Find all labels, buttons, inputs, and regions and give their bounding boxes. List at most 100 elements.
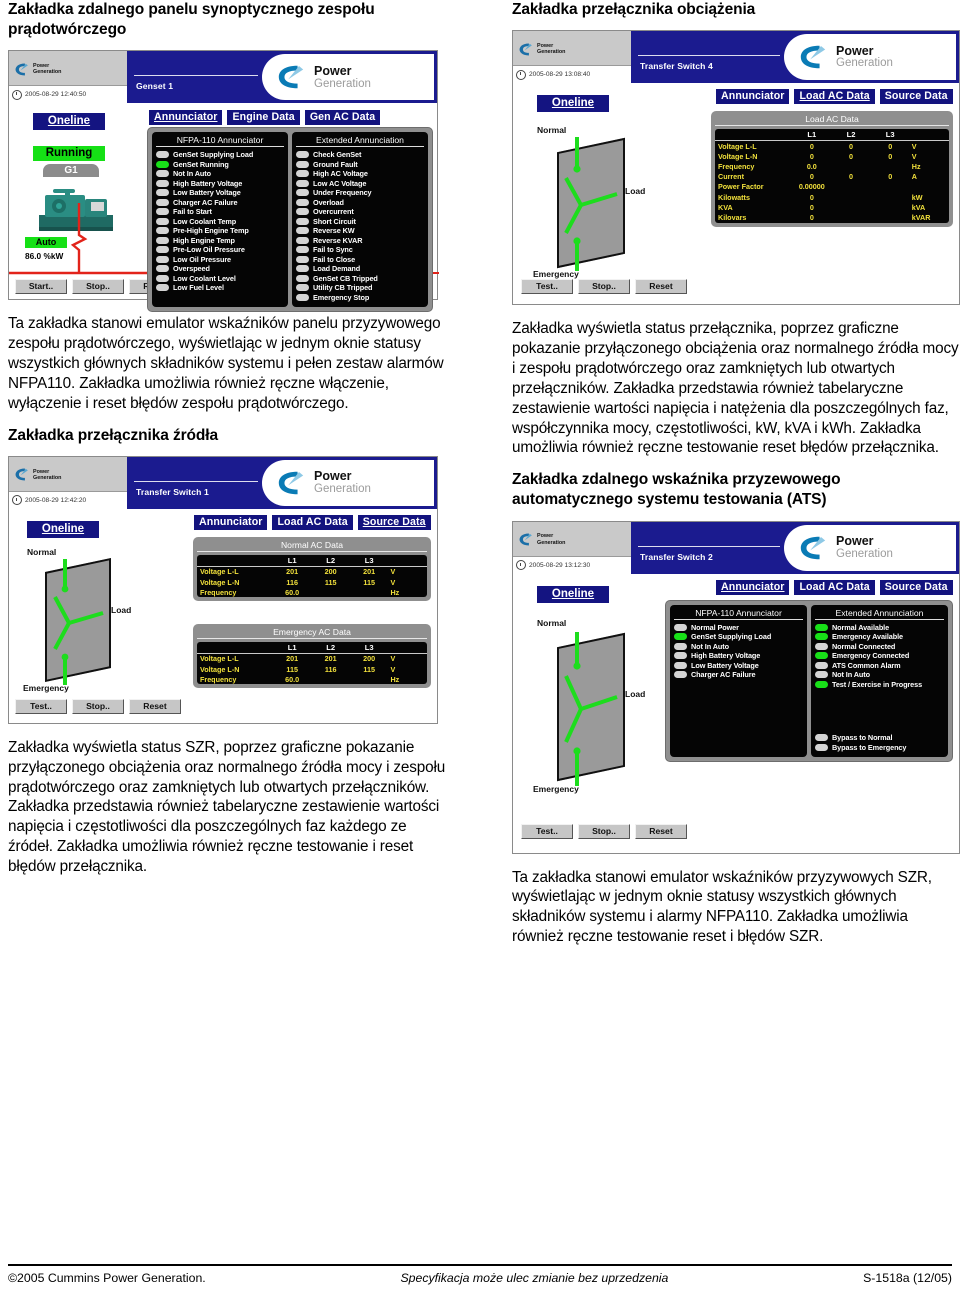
annunciator-led-row: Not In Auto [815,670,944,679]
led-indicator-off [296,208,309,216]
annunciator-led-row: Reverse KVAR [296,236,424,245]
reset-button[interactable]: Reset [635,279,687,295]
tab-load-ac-data[interactable]: Load AC Data [794,89,875,105]
cell-label: Voltage L-L [200,567,239,577]
oneline-button[interactable]: Oneline [27,520,99,538]
stop-button[interactable]: Stop.. [578,279,630,295]
tab-source-data[interactable]: Source Data [879,89,953,105]
brand-name-top: Power [314,63,352,78]
heading-ats-panel: Zakładka zdalnego wskaźnika przyzewowego… [512,471,841,509]
tab-annunciator[interactable]: Annunciator [716,89,790,105]
cell-unit: V [390,664,396,674]
reset-button[interactable]: Reset [635,823,687,839]
col-l1: L1 [792,129,832,142]
cell-l2: 0 [849,141,853,151]
led-indicator-on [815,633,828,641]
tab-source-data[interactable]: Source Data [357,514,431,530]
annunciator-led-row: Emergency Available [815,632,944,641]
col-unit [909,129,949,142]
col-blank [197,554,273,567]
led-indicator-off [296,274,309,282]
body-source-switch: Zakładka wyświetla status SZR, poprzez g… [8,738,446,876]
annunciator-extended-column: Extended Annunciation Check GenSet Ground… [292,132,428,308]
led-label: Emergency Stop [313,292,370,302]
table-row: KVA 0 kVA [715,202,949,212]
col-l1: L1 [272,641,312,654]
tab-load-ac-data[interactable]: Load AC Data [272,514,353,530]
annunciator-led-row: Fail to Sync [296,245,424,254]
annunciator-led-row: High Battery Voltage [674,651,803,660]
annunciator-led-row: Under Frequency [296,188,424,197]
stop-button[interactable]: Stop.. [72,279,124,295]
led-label: GenSet Running [173,159,229,169]
device-name: Transfer Switch 1 [136,486,209,497]
led-indicator-on [815,652,828,660]
stop-button[interactable]: Stop.. [72,698,124,714]
oneline-button[interactable]: Oneline [537,585,609,603]
cell-l2 [831,162,870,172]
annunciator-led-row: Ground Fault [296,160,424,169]
document-page: Zakładka zdalnego panelu synoptycznego z… [0,0,960,1295]
oneline-button[interactable]: Oneline [537,95,609,113]
brand-name-top: Power [836,43,874,58]
led-label: Fail to Start [173,207,212,217]
led-indicator-off [815,734,828,742]
start-button[interactable]: Start.. [15,279,67,295]
diagram-label-load: Load [625,186,646,197]
led-label: Low Battery Voltage [691,660,759,670]
annunciator-led-row: Fail to Close [296,255,424,264]
tab-engine-data[interactable]: Engine Data [227,110,300,126]
cell-l1: 0 [809,141,814,151]
cell-l1: 60.0 [285,674,300,684]
screenshot-load-switch: Power Generation 2005-08-29 13:08:40 Tra… [512,30,960,306]
table-header-row: L1 L2 L3 [715,129,949,142]
led-label: Not In Auto [691,641,729,651]
reset-button[interactable]: Reset [129,698,181,714]
cell-l3 [871,182,910,192]
tab-label: Source Data [362,515,426,528]
tab-annunciator[interactable]: Annunciator [194,514,268,530]
test-button[interactable]: Test.. [15,698,67,714]
tab-source-data[interactable]: Source Data [879,579,953,595]
led-indicator-off [156,274,169,282]
tab-load-ac-data[interactable]: Load AC Data [794,579,875,595]
cummins-logo-text: Power Generation [33,469,61,481]
timestamp-bar: 2005-08-29 13:08:40 [513,65,631,84]
test-button[interactable]: Test.. [521,823,573,839]
cell-unit: Hz [911,162,921,172]
led-label: Under Frequency [313,188,372,198]
titlebar-left: Power Generation 2005-08-29 12:42:20 [9,456,128,509]
annunciator-column-title: Extended Annunciation [296,135,424,148]
annunciator-led-list: Check GenSet Ground Fault High AC Voltage L… [296,150,424,302]
annunciator-led-row: Reverse KW [296,226,424,235]
tab-annunciator[interactable]: Annunciator [716,579,790,595]
led-indicator-off [674,652,687,660]
led-label: Emergency Connected [832,651,910,661]
transfer-switch-diagram: Normal Load Emergency [19,545,189,695]
led-indicator-off [674,661,687,669]
titlebar-middle: Transfer Switch 2 [632,522,784,574]
led-label: Check GenSet [313,150,362,160]
timestamp-text: 2005-08-29 13:08:40 [529,71,591,79]
cell-l1: 116 [286,577,298,587]
led-indicator-off [156,198,169,206]
led-indicator-off [156,246,169,254]
test-button[interactable]: Test.. [521,279,573,295]
page-footer: ©2005 Cummins Power Generation. Specyfik… [8,1264,952,1285]
switch-contacts [53,558,104,685]
led-indicator-off [156,151,169,159]
led-label: Reverse KW [313,226,355,236]
annunciator-bypass-list: Bypass to Normal Bypass to Emergency [815,689,944,752]
cell-l1: 115 [286,664,298,674]
tab-annunciator[interactable]: Annunciator [149,110,223,126]
table-title: Load AC Data [715,114,949,127]
cell-l3: 115 [363,577,375,587]
timestamp-text: 2005-08-29 13:12:30 [529,561,591,569]
timestamp-bar: 2005-08-29 12:40:50 [9,85,127,104]
led-indicator-off [156,189,169,197]
stop-button[interactable]: Stop.. [578,823,630,839]
cell-unit: kW [911,192,923,202]
tab-gen-ac-data[interactable]: Gen AC Data [304,110,381,126]
led-label: Fail to Close [313,254,356,264]
cummins-c-icon-large [274,62,308,92]
